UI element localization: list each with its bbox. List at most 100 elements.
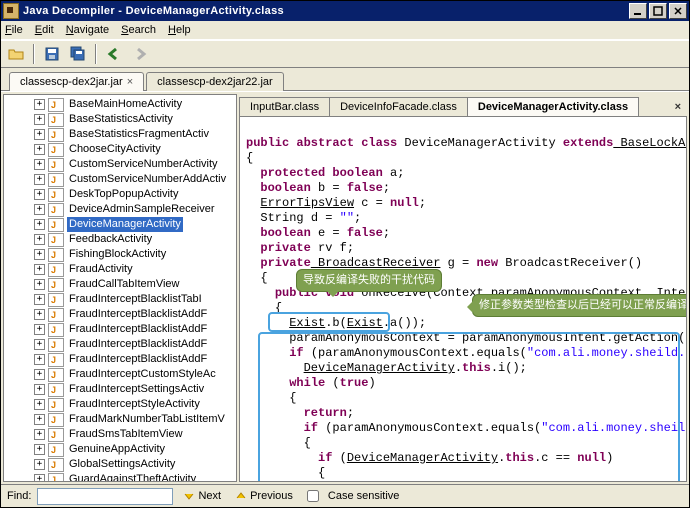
editor-tab[interactable]: DeviceManagerActivity.class	[467, 97, 639, 116]
tree-node[interactable]: DeskTopPopupActivity	[6, 187, 236, 202]
forward-icon[interactable]	[129, 43, 151, 65]
window-title: Java Decompiler - DeviceManagerActivity.…	[23, 5, 627, 17]
tree-node[interactable]: CustomServiceNumberActivity	[6, 157, 236, 172]
tree-node[interactable]: FraudInterceptStyleActivity	[6, 397, 236, 412]
expand-icon[interactable]	[34, 384, 45, 395]
tree-node[interactable]: BaseStatisticsFragmentActiv	[6, 127, 236, 142]
menu-search[interactable]: Search	[121, 24, 156, 36]
tree-node-label: FraudActivity	[67, 262, 135, 277]
maximize-button[interactable]	[649, 3, 667, 19]
jar-tab[interactable]: classescp-dex2jar22.jar	[146, 72, 284, 91]
tree-node[interactable]: FraudInterceptCustomStyleAc	[6, 367, 236, 382]
minimize-button[interactable]	[629, 3, 647, 19]
tree-node-label: GuardAgainstTheftActivity	[67, 472, 198, 482]
editor-tabstrip: InputBar.classDeviceInfoFacade.classDevi…	[239, 94, 687, 117]
open-icon[interactable]	[5, 43, 27, 65]
source-viewer[interactable]: public abstract class DeviceManagerActiv…	[239, 117, 687, 482]
tree-node[interactable]: FeedbackActivity	[6, 232, 236, 247]
expand-icon[interactable]	[34, 414, 45, 425]
expand-icon[interactable]	[34, 99, 45, 110]
annotation-callout-2: 修正参数类型检查以后已经可以正常反编译后续代码	[472, 294, 687, 317]
menu-edit[interactable]: Edit	[35, 24, 54, 36]
expand-icon[interactable]	[34, 219, 45, 230]
toolbar	[1, 40, 689, 68]
tree-node[interactable]: GuardAgainstTheftActivity	[6, 472, 236, 482]
tree-node[interactable]: BaseMainHomeActivity	[6, 97, 236, 112]
tree-node[interactable]: ChooseCityActivity	[6, 142, 236, 157]
class-icon	[48, 158, 64, 172]
menu-help[interactable]: Help	[168, 24, 191, 36]
find-input[interactable]	[37, 488, 173, 505]
class-icon	[48, 188, 64, 202]
expand-icon[interactable]	[34, 429, 45, 440]
expand-icon[interactable]	[34, 249, 45, 260]
tree-node-label: DeviceAdminSampleReceiver	[67, 202, 217, 217]
tree-node[interactable]: FraudInterceptBlacklistTabI	[6, 292, 236, 307]
tree-node[interactable]: DeviceAdminSampleReceiver	[6, 202, 236, 217]
class-icon	[48, 218, 64, 232]
class-icon	[48, 428, 64, 442]
tree-node[interactable]: FraudInterceptBlacklistAddF	[6, 322, 236, 337]
expand-icon[interactable]	[34, 399, 45, 410]
tree-node-label: GlobalSettingsActivity	[67, 457, 177, 472]
back-icon[interactable]	[103, 43, 125, 65]
tree-node[interactable]: FraudMarkNumberTabListItemV	[6, 412, 236, 427]
close-tab-icon[interactable]: ×	[669, 98, 687, 116]
expand-icon[interactable]	[34, 264, 45, 275]
expand-icon[interactable]	[34, 129, 45, 140]
save-all-icon[interactable]	[67, 43, 89, 65]
close-button[interactable]	[669, 3, 687, 19]
case-sensitive-checkbox[interactable]	[307, 490, 319, 502]
class-icon	[48, 338, 64, 352]
tree-node[interactable]: FraudInterceptSettingsActiv	[6, 382, 236, 397]
expand-icon[interactable]	[34, 324, 45, 335]
expand-icon[interactable]	[34, 234, 45, 245]
menubar: File Edit Navigate Search Help	[1, 21, 689, 40]
editor-tab[interactable]: DeviceInfoFacade.class	[329, 97, 468, 116]
expand-icon[interactable]	[34, 189, 45, 200]
expand-icon[interactable]	[34, 114, 45, 125]
tree-node[interactable]: FraudCallTabItemView	[6, 277, 236, 292]
tree-node[interactable]: FraudActivity	[6, 262, 236, 277]
tree-node[interactable]: GlobalSettingsActivity	[6, 457, 236, 472]
save-icon[interactable]	[41, 43, 63, 65]
menu-navigate[interactable]: Navigate	[66, 24, 109, 36]
expand-icon[interactable]	[34, 474, 45, 482]
editor-tab[interactable]: InputBar.class	[239, 97, 330, 116]
expand-icon[interactable]	[34, 459, 45, 470]
expand-icon[interactable]	[34, 294, 45, 305]
expand-icon[interactable]	[34, 369, 45, 380]
tree-panel[interactable]: BaseMainHomeActivityBaseStatisticsActivi…	[3, 94, 237, 482]
menu-file[interactable]: File	[5, 24, 23, 36]
tree-node-label: BaseMainHomeActivity	[67, 97, 184, 112]
jar-tab[interactable]: classescp-dex2jar.jar×	[9, 72, 144, 91]
separator	[95, 44, 97, 64]
tree-node[interactable]: FraudInterceptBlacklistAddF	[6, 337, 236, 352]
close-icon[interactable]: ×	[127, 76, 133, 88]
find-label: Find:	[7, 490, 31, 502]
tree-node[interactable]: CustomServiceNumberAddActiv	[6, 172, 236, 187]
expand-icon[interactable]	[34, 144, 45, 155]
tree-node[interactable]: FraudInterceptBlacklistAddF	[6, 307, 236, 322]
expand-icon[interactable]	[34, 354, 45, 365]
class-icon	[48, 398, 64, 412]
tree-node[interactable]: FishingBlockActivity	[6, 247, 236, 262]
class-icon	[48, 368, 64, 382]
expand-icon[interactable]	[34, 279, 45, 290]
tree-node[interactable]: FraudSmsTabItemView	[6, 427, 236, 442]
tree-node[interactable]: GenuineAppActivity	[6, 442, 236, 457]
expand-icon[interactable]	[34, 339, 45, 350]
expand-icon[interactable]	[34, 174, 45, 185]
tree-node-label: CustomServiceNumberActivity	[67, 157, 220, 172]
expand-icon[interactable]	[34, 204, 45, 215]
class-icon	[48, 353, 64, 367]
find-next-button[interactable]: Next	[179, 489, 225, 503]
tree-node[interactable]: BaseStatisticsActivity	[6, 112, 236, 127]
tree-node[interactable]: FraudInterceptBlacklistAddF	[6, 352, 236, 367]
expand-icon[interactable]	[34, 159, 45, 170]
tree-node[interactable]: DeviceManagerActivity	[6, 217, 236, 232]
expand-icon[interactable]	[34, 309, 45, 320]
expand-icon[interactable]	[34, 444, 45, 455]
tree-node-label: FraudInterceptSettingsActiv	[67, 382, 206, 397]
find-prev-button[interactable]: Previous	[231, 489, 297, 503]
